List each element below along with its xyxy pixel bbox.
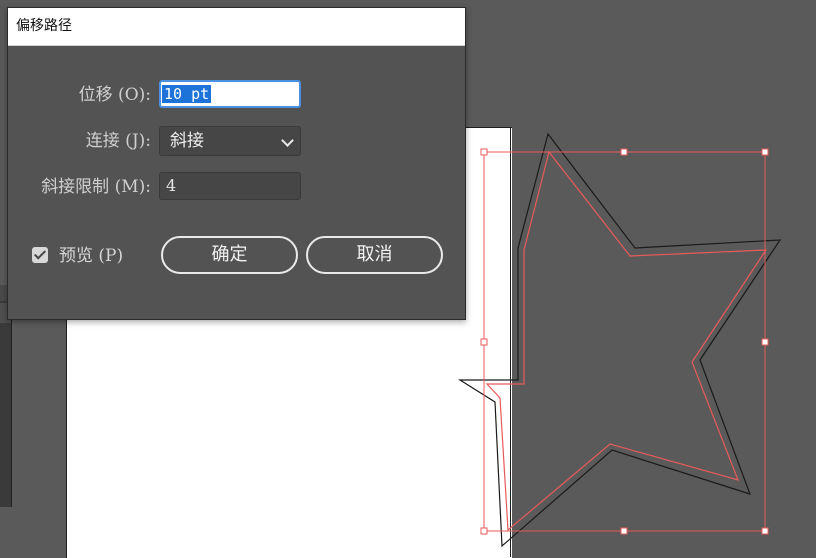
joins-label: 连接 (J): (85, 131, 151, 151)
resize-handle[interactable] (480, 527, 488, 535)
offset-input[interactable]: 10 pt (159, 80, 301, 108)
offset-label: 位移 (O): (78, 85, 151, 105)
joins-select[interactable]: 斜接 (159, 126, 301, 156)
resize-handle[interactable] (761, 148, 769, 156)
cancel-button[interactable]: 取消 (306, 236, 443, 274)
resize-handle[interactable] (620, 148, 628, 156)
miter-limit-input[interactable]: 4 (159, 172, 301, 200)
offset-path-dialog: 偏移路径 位移 (O): 10 pt 连接 (J): 斜接 斜接限制 (M): … (7, 7, 466, 320)
ok-button[interactable]: 确定 (161, 236, 298, 274)
resize-handle[interactable] (761, 527, 769, 535)
chevron-down-icon (281, 134, 294, 147)
selection-bounding-box (483, 151, 766, 532)
resize-handle[interactable] (480, 148, 488, 156)
resize-handle[interactable] (761, 338, 769, 346)
offset-row: 位移 (O): 10 pt (8, 80, 465, 110)
resize-handle[interactable] (480, 338, 488, 346)
offset-path-preview[interactable] (457, 132, 782, 548)
preview-label: 预览 (P) (59, 246, 124, 266)
resize-handle[interactable] (620, 527, 628, 535)
joins-row: 连接 (J): 斜接 (8, 126, 465, 156)
dialog-title[interactable]: 偏移路径 (8, 8, 465, 46)
miter-limit-row: 斜接限制 (M): 4 (8, 172, 465, 202)
preview-checkbox[interactable] (32, 247, 48, 263)
miter-limit-label: 斜接限制 (M): (41, 177, 151, 197)
joins-value: 斜接 (170, 131, 204, 151)
offset-value: 10 pt (162, 85, 212, 103)
